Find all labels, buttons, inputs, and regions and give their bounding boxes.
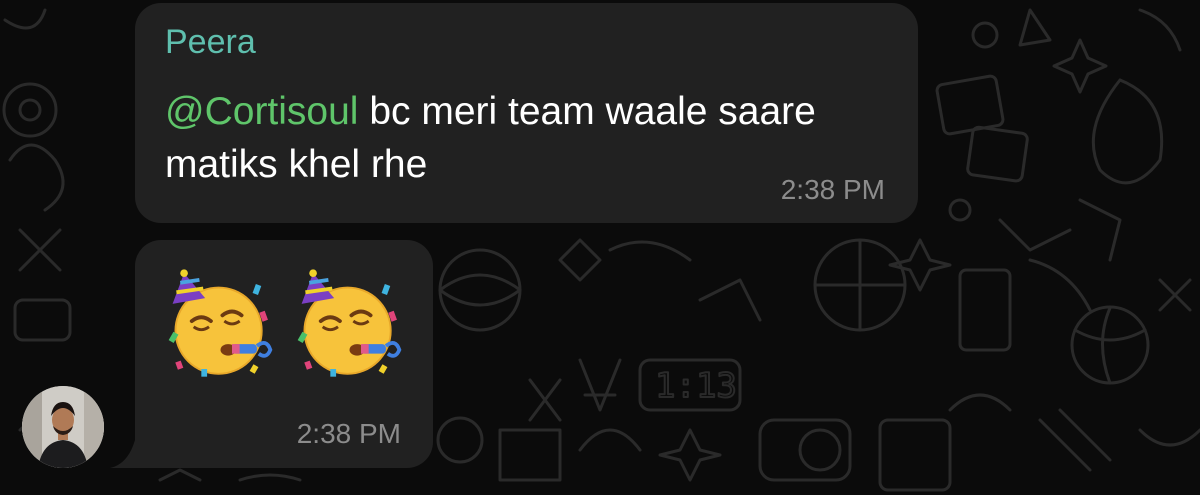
mention-link[interactable]: @Cortisoul — [165, 90, 358, 133]
message-bubble-text[interactable]: Peera @Cortisoul bc meri team waale saar… — [135, 3, 918, 223]
emoji-row — [163, 264, 407, 382]
user-avatar[interactable] — [22, 386, 104, 468]
sender-name[interactable]: Peera — [165, 23, 256, 62]
partying-face-emoji-icon — [168, 269, 273, 377]
partying-face-emoji-icon — [297, 269, 402, 377]
message-timestamp: 2:38 PM — [780, 174, 885, 205]
message-timestamp: 2:38 PM — [296, 418, 401, 449]
svg-text:1:13: 1:13 — [655, 366, 737, 406]
message-text: @Cortisoul bc meri team waale saare mati… — [165, 85, 885, 191]
avatar-photo-icon — [22, 386, 104, 468]
message-bubble-emoji[interactable]: 2:38 PM — [135, 240, 433, 468]
